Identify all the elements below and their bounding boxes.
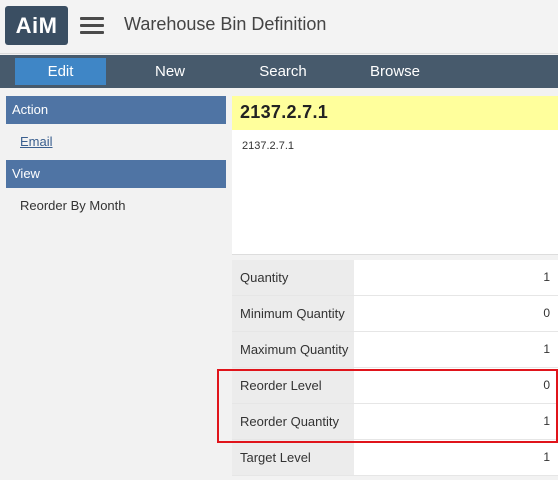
reorder-level-value[interactable]: 0 <box>354 368 558 403</box>
record-id: 2137.2.7.1 <box>240 102 329 122</box>
target-level-row: Target Level 1 <box>232 440 558 476</box>
quantity-row: Quantity 1 <box>232 260 558 296</box>
reorder-level-label: Reorder Level <box>232 368 354 403</box>
sidebar: Action Email View Reorder By Month <box>0 90 226 480</box>
aim-logo[interactable]: AiM <box>5 6 68 45</box>
minimum-quantity-value[interactable]: 0 <box>354 296 558 331</box>
reorder-by-month-link[interactable]: Reorder By Month <box>20 198 126 213</box>
target-level-value[interactable]: 1 <box>354 440 558 475</box>
reorder-level-row: Reorder Level 0 <box>232 368 558 404</box>
minimum-quantity-row: Minimum Quantity 0 <box>232 296 558 332</box>
record-panel: 2137.2.7.1 2137.2.7.1 Quantity 1 Minimum… <box>232 96 558 480</box>
reorder-quantity-label: Reorder Quantity <box>232 404 354 439</box>
reorder-quantity-value[interactable]: 1 <box>354 404 558 439</box>
email-link[interactable]: Email <box>20 134 53 149</box>
page-title: Warehouse Bin Definition <box>124 14 327 34</box>
maximum-quantity-row: Maximum Quantity 1 <box>232 332 558 368</box>
target-level-label: Target Level <box>232 440 354 475</box>
new-button[interactable]: New <box>140 55 200 88</box>
main-nav: Edit New Search Browse <box>0 55 558 88</box>
quantity-value[interactable]: 1 <box>354 260 558 295</box>
record-description-box: 2137.2.7.1 <box>232 130 558 255</box>
maximum-quantity-value[interactable]: 1 <box>354 332 558 367</box>
edit-button[interactable]: Edit <box>15 58 106 85</box>
view-section-header: View <box>6 160 226 188</box>
action-section-header: Action <box>6 96 226 124</box>
reorder-quantity-row: Reorder Quantity 1 <box>232 404 558 440</box>
quantity-label: Quantity <box>232 260 354 295</box>
record-title-box: 2137.2.7.1 <box>232 96 558 130</box>
maximum-quantity-label: Maximum Quantity <box>232 332 354 367</box>
record-description: 2137.2.7.1 <box>242 140 294 152</box>
search-button[interactable]: Search <box>248 55 318 88</box>
hamburger-menu-icon[interactable] <box>80 16 104 34</box>
app-header: AiM Warehouse Bin Definition <box>0 0 558 54</box>
minimum-quantity-label: Minimum Quantity <box>232 296 354 331</box>
browse-button[interactable]: Browse <box>360 55 430 88</box>
